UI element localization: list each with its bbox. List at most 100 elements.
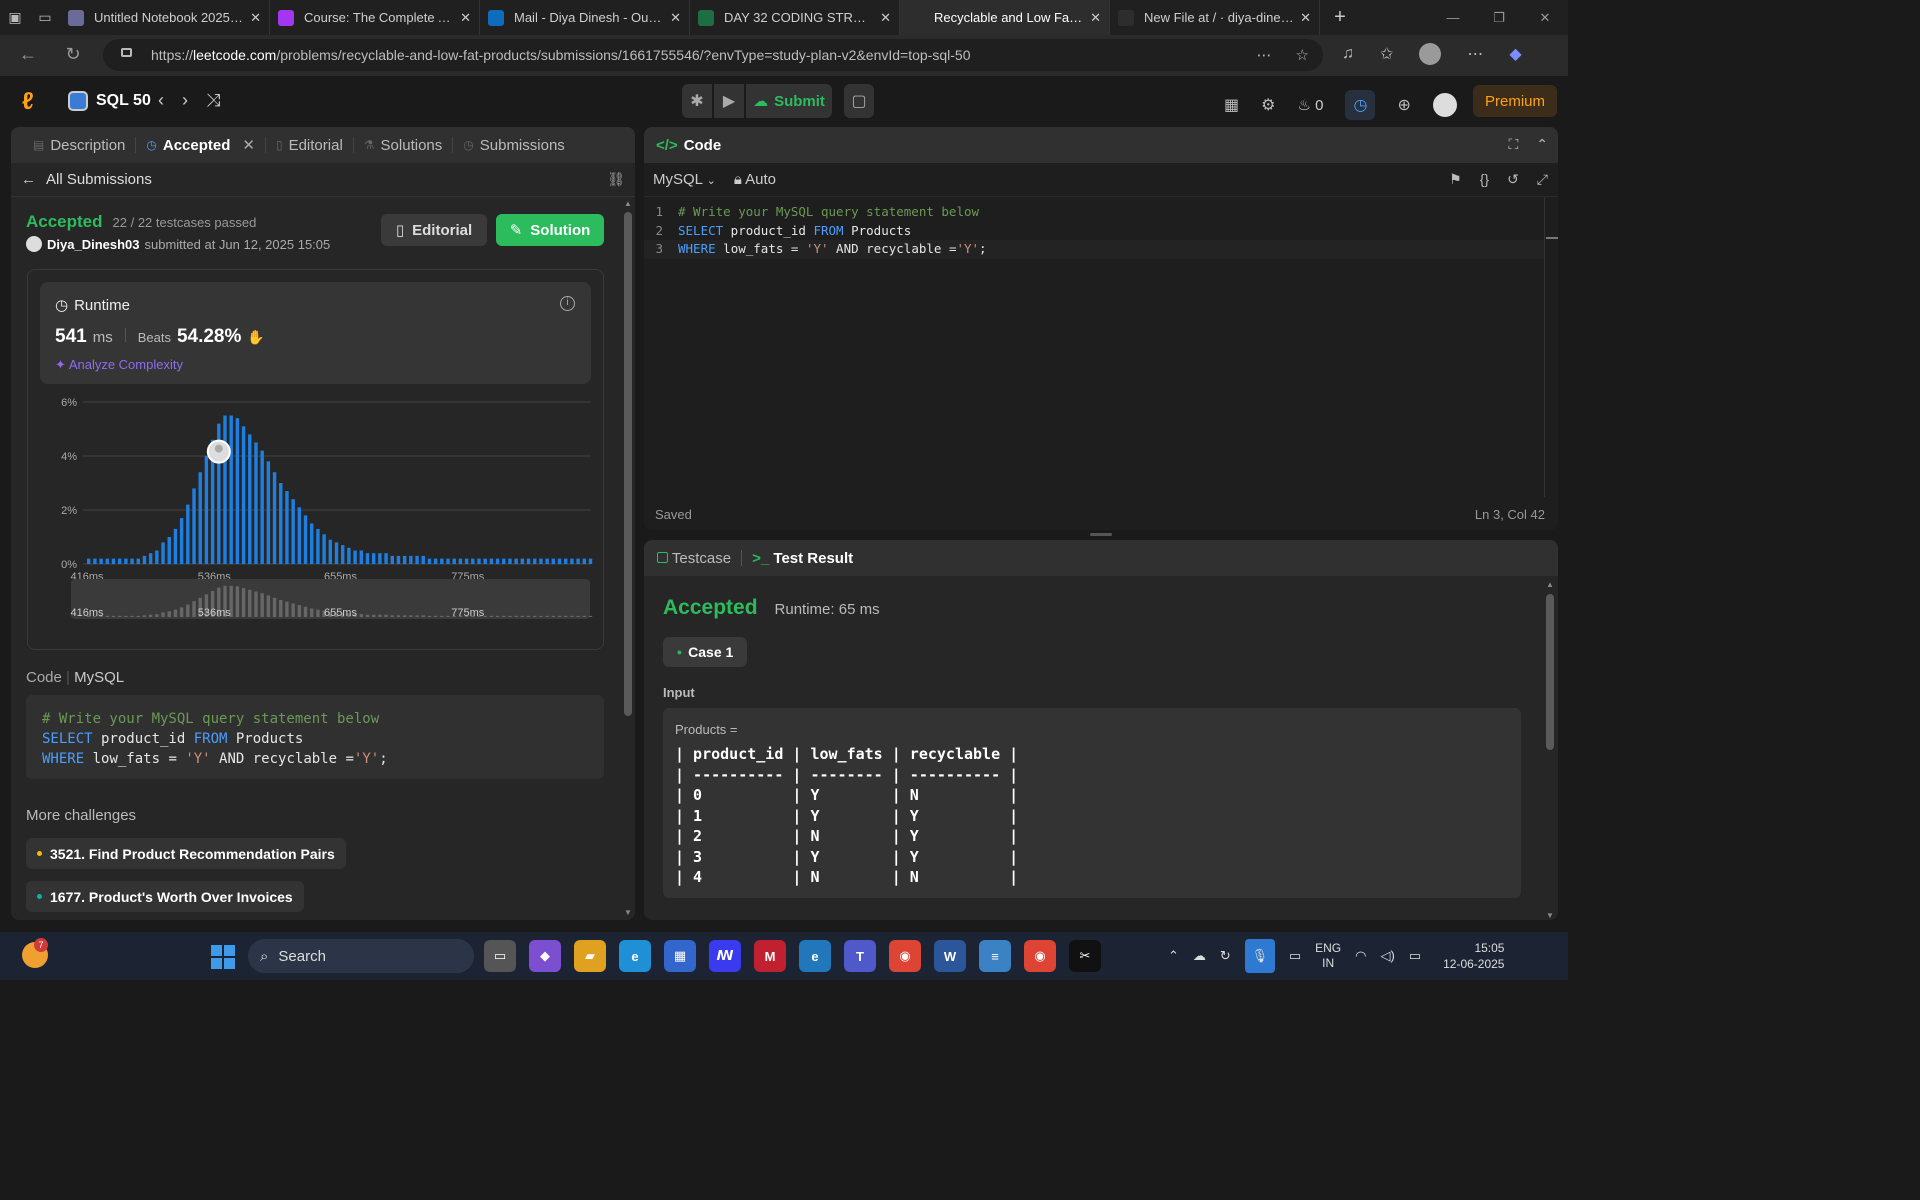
- add-friend-icon[interactable]: ⊕: [1397, 95, 1410, 115]
- tab-description[interactable]: ▤ Description: [23, 137, 137, 154]
- challenge-item[interactable]: 3521. Find Product Recommendation Pairs: [26, 838, 346, 869]
- all-submissions-link[interactable]: ← All Submissions: [11, 163, 635, 197]
- mcafee-icon[interactable]: M: [754, 940, 786, 972]
- battery-icon[interactable]: ▭: [1409, 948, 1421, 964]
- capcut-icon[interactable]: ✂: [1069, 940, 1101, 972]
- onedrive-icon[interactable]: ☁: [1193, 948, 1206, 964]
- user-avatar[interactable]: [1432, 93, 1457, 117]
- challenge-item[interactable]: 1677. Product's Worth Over Invoices: [26, 881, 304, 912]
- maximize-button[interactable]: ❐: [1476, 10, 1522, 26]
- browser-tab[interactable]: DAY 32 CODING STREAK ✕: [690, 0, 900, 35]
- notepad-icon[interactable]: ≡: [979, 940, 1011, 972]
- display-icon[interactable]: ▭: [1289, 948, 1301, 964]
- submitter-avatar[interactable]: [26, 236, 42, 252]
- notes-button[interactable]: ▢: [844, 84, 874, 118]
- workspaces-icon[interactable]: ▣: [0, 0, 30, 35]
- format-braces-icon[interactable]: {}: [1480, 171, 1489, 188]
- tab-editorial[interactable]: ▯ Editorial: [266, 137, 354, 154]
- start-button[interactable]: [211, 945, 235, 969]
- taskbar-search[interactable]: ⌕ Search: [248, 939, 474, 973]
- copilot-app-icon[interactable]: ◆: [529, 940, 561, 972]
- study-plan-title[interactable]: SQL 50: [68, 91, 151, 111]
- copilot-icon[interactable]: ◆: [1509, 44, 1521, 64]
- info-icon[interactable]: i: [560, 296, 575, 311]
- submitter-username[interactable]: Diya_Dinesh03: [47, 237, 140, 252]
- panel-resize-handle[interactable]: [1090, 533, 1112, 536]
- tab-actions-icon[interactable]: ▭: [30, 0, 60, 35]
- tab-test-result[interactable]: >_ Test Result: [752, 550, 853, 567]
- left-scrollbar[interactable]: ▲ ▼: [624, 199, 632, 917]
- link-icon[interactable]: ⛓: [607, 171, 625, 188]
- streak-counter[interactable]: ♨ 0: [1297, 96, 1323, 114]
- expand-icon[interactable]: ⤢: [1537, 171, 1548, 188]
- file-explorer-icon[interactable]: ▰: [574, 940, 606, 972]
- store-icon[interactable]: ▦: [664, 940, 696, 972]
- shuffle-icon[interactable]: ⤨: [206, 90, 220, 111]
- case-tab[interactable]: ● Case 1: [663, 637, 747, 667]
- browser-tab[interactable]: New File at / · diya-dinesh- ✕: [1110, 0, 1320, 35]
- scroll-down-icon[interactable]: ▼: [1546, 911, 1554, 920]
- scroll-up-icon[interactable]: ▲: [1546, 580, 1554, 589]
- edge-profile-icon[interactable]: e: [799, 940, 831, 972]
- task-view-icon[interactable]: ▭: [484, 940, 516, 972]
- profile-avatar[interactable]: [1419, 43, 1442, 65]
- scroll-thumb[interactable]: [624, 212, 632, 716]
- settings-gear-icon[interactable]: ⚙: [1261, 95, 1275, 115]
- browser-tab[interactable]: Untitled Notebook 2025-06 ✕: [60, 0, 270, 35]
- solution-button[interactable]: ✎ Solution: [496, 214, 604, 246]
- refresh-button[interactable]: ↻: [51, 44, 95, 65]
- url-field[interactable]: https://leetcode.com/problems/recyclable…: [103, 39, 1323, 71]
- analyze-complexity-link[interactable]: ✦ Analyze Complexity: [55, 357, 183, 373]
- more-menu-icon[interactable]: ⋯: [1467, 44, 1483, 64]
- tab-accepted[interactable]: ◷ Accepted ✕: [136, 137, 266, 154]
- submit-button[interactable]: ☁ Submit: [746, 84, 832, 118]
- code-editor[interactable]: 1 # Write your MySQL query statement belo…: [644, 203, 1544, 259]
- favorites-icon[interactable]: ✩: [1380, 44, 1393, 64]
- prev-problem-icon[interactable]: ‹: [158, 90, 164, 111]
- chrome-profile-icon[interactable]: ◉: [1024, 940, 1056, 972]
- tab-testcase[interactable]: Testcase: [657, 550, 731, 567]
- minimize-button[interactable]: —: [1430, 10, 1476, 26]
- new-tab-button[interactable]: +: [1320, 6, 1360, 29]
- browser-tab[interactable]: Recyclable and Low Fat Pro ✕: [900, 0, 1110, 35]
- layout-icon[interactable]: ▦: [1224, 95, 1239, 115]
- language-select[interactable]: MySQL ⌄: [653, 171, 716, 188]
- scroll-up-icon[interactable]: ▲: [624, 199, 632, 208]
- collapse-icon[interactable]: ⌃: [1536, 136, 1548, 153]
- close-tab-icon[interactable]: ✕: [1300, 10, 1311, 26]
- close-tab-icon[interactable]: ✕: [250, 10, 261, 26]
- editor-minimap[interactable]: [1544, 197, 1558, 497]
- clock[interactable]: 15:05 12-06-2025: [1443, 940, 1504, 972]
- volume-icon[interactable]: ◁): [1380, 948, 1394, 964]
- microphone-icon[interactable]: 🎙︎: [1244, 939, 1275, 973]
- leetcode-logo-icon[interactable]: ℓ: [22, 88, 44, 115]
- browser-tab[interactable]: Mail - Diya Dinesh - Outloo ✕: [480, 0, 690, 35]
- bookmark-icon[interactable]: ⚑: [1449, 171, 1462, 188]
- browser-tab[interactable]: Course: The Complete Agen ✕: [270, 0, 480, 35]
- close-tab-icon[interactable]: ✕: [460, 10, 471, 26]
- close-tab-icon[interactable]: ✕: [1090, 10, 1101, 26]
- edge-icon[interactable]: e: [619, 940, 651, 972]
- scroll-down-icon[interactable]: ▼: [624, 908, 632, 917]
- language-indicator[interactable]: ENG IN: [1315, 941, 1341, 971]
- chrome-icon[interactable]: ◉: [889, 940, 921, 972]
- media-icon[interactable]: ♫: [1342, 45, 1354, 63]
- editorial-button[interactable]: ▯ Editorial: [381, 214, 487, 246]
- result-scrollbar[interactable]: ▲ ▼: [1546, 580, 1554, 920]
- vscode-like-icon[interactable]: ꟿ: [709, 940, 741, 972]
- chevron-up-icon[interactable]: ⌃: [1168, 948, 1179, 964]
- debug-button[interactable]: ✱: [682, 84, 712, 118]
- reset-icon[interactable]: ↺: [1507, 171, 1519, 188]
- tab-submissions[interactable]: ◷ Submissions: [453, 137, 575, 154]
- close-tab-icon[interactable]: ✕: [670, 10, 681, 26]
- runtime-card[interactable]: ◷ Runtime i 541 ms Beats 54.28% ✋ ✦ Analy…: [40, 282, 591, 384]
- run-button[interactable]: ▶: [714, 84, 744, 118]
- close-tab-icon[interactable]: ✕: [880, 10, 891, 26]
- close-window-button[interactable]: ✕: [1522, 10, 1568, 26]
- word-icon[interactable]: W: [934, 940, 966, 972]
- timer-button[interactable]: ◷: [1345, 90, 1376, 120]
- scroll-thumb[interactable]: [1546, 594, 1554, 750]
- favorite-star-icon[interactable]: ☆: [1296, 46, 1309, 64]
- reader-icon[interactable]: ⋯: [1257, 46, 1272, 64]
- tab-solutions[interactable]: ⚗ Solutions: [354, 137, 454, 154]
